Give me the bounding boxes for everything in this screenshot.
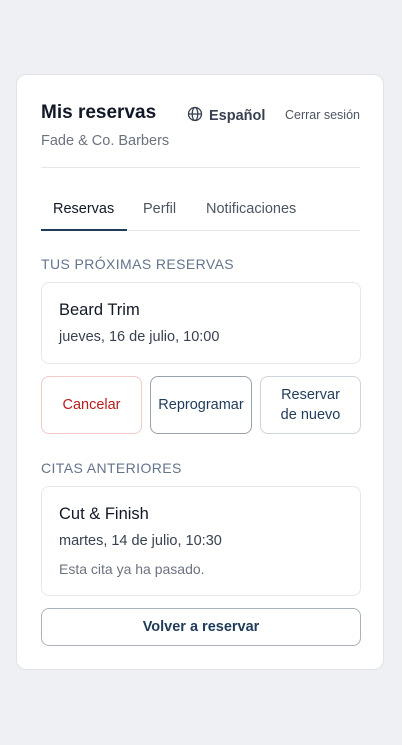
rebook-label-line1: Reservar [281, 387, 340, 403]
past-datetime: martes, 14 de julio, 10:30 [59, 533, 222, 549]
bookings-card: Mis reservas Fade & Co. Barbers Español … [16, 74, 384, 670]
active-tab-indicator [41, 229, 127, 231]
book-again-label: Volver a reservar [142, 619, 260, 635]
past-note: Esta cita ya ha pasado. [59, 561, 205, 577]
upcoming-booking: Beard Trim jueves, 16 de julio, 10:00 [41, 282, 361, 364]
globe-icon [187, 106, 203, 126]
rebook-label-line2: de nuevo [280, 407, 341, 423]
rebook-button[interactable]: Reservar de nuevo [260, 376, 361, 434]
cancel-button[interactable]: Cancelar [41, 376, 142, 434]
header-divider [41, 167, 360, 168]
upcoming-heading: TUS PRÓXIMAS RESERVAS [41, 256, 235, 272]
past-service: Cut & Finish [59, 505, 149, 523]
language-label: Español [209, 108, 266, 124]
tab-bookings[interactable]: Reservas [53, 201, 114, 217]
reschedule-label: Reprogramar [158, 397, 244, 413]
logout-link[interactable]: Cerrar sesión [285, 108, 360, 122]
shop-name: Fade & Co. Barbers [41, 133, 170, 149]
cancel-label: Cancelar [62, 397, 121, 413]
tab-bar: Reservas Perfil Notificaciones [41, 193, 360, 231]
language-selector[interactable]: Español [187, 106, 265, 126]
past-booking: Cut & Finish martes, 14 de julio, 10:30 … [41, 486, 361, 596]
upcoming-datetime: jueves, 16 de julio, 10:00 [59, 329, 220, 345]
reschedule-button[interactable]: Reprogramar [150, 376, 252, 434]
tab-profile[interactable]: Perfil [143, 201, 176, 217]
past-heading: CITAS ANTERIORES [41, 460, 182, 476]
upcoming-service: Beard Trim [59, 301, 140, 319]
tab-notifications[interactable]: Notificaciones [206, 201, 296, 217]
book-again-button[interactable]: Volver a reservar [41, 608, 361, 646]
page-title: Mis reservas [41, 102, 157, 123]
